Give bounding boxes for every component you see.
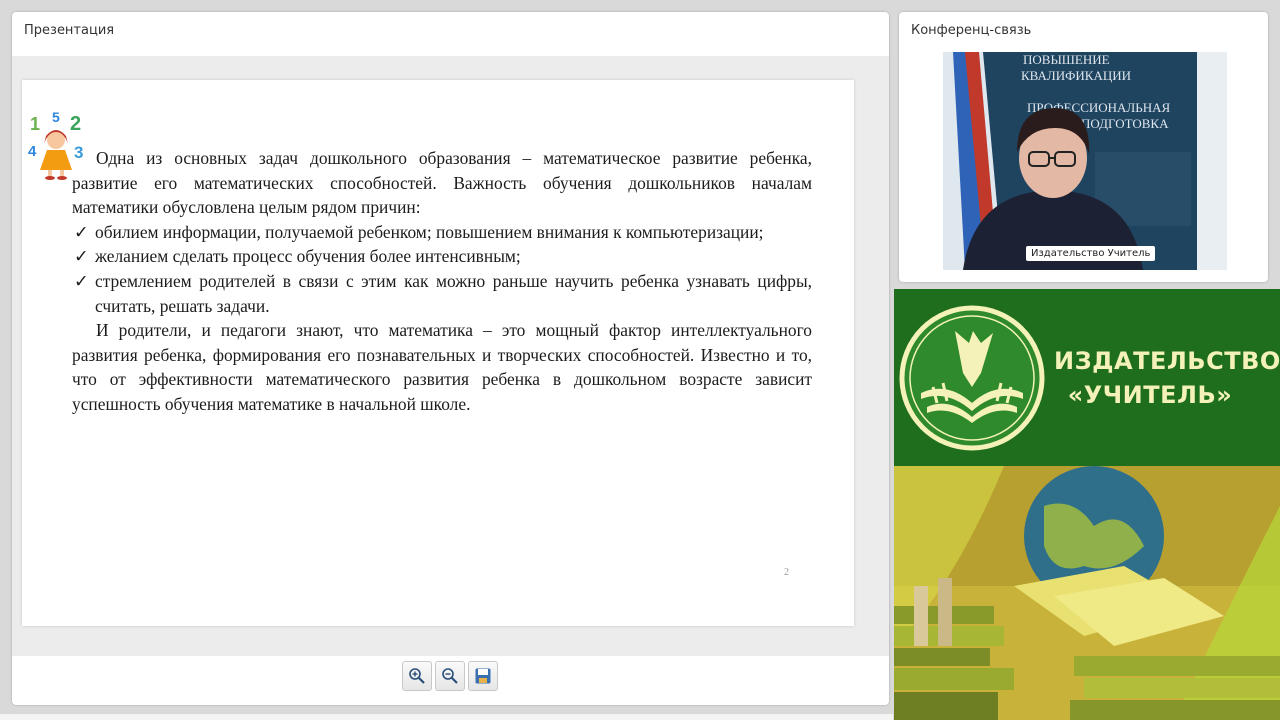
list-item: ✓ обилием информации, получаемой ребенком… — [72, 220, 812, 245]
participant-name-badge: Издательство Учитель — [1026, 246, 1156, 261]
digit-2: 2 — [70, 113, 81, 135]
list-item: ✓ стремлением родителей в связи с этим ка… — [72, 269, 812, 318]
poster-line-1: ПОВЫШЕНИЕ — [1023, 52, 1110, 67]
publisher-name-line-2: «УЧИТЕЛЬ» — [1067, 381, 1233, 409]
floppy-disk-icon — [475, 668, 491, 684]
publisher-banner: ИЗДАТЕЛЬСТВО «УЧИТЕЛЬ» — [894, 289, 1280, 720]
checkmark-icon: ✓ — [74, 246, 89, 267]
list-item-text: стремлением родителей в связи с этим как… — [95, 270, 812, 316]
bottom-strip — [0, 714, 893, 720]
slide-page-number: 2 — [784, 567, 789, 578]
video-frame-image: ПОВЫШЕНИЕ КВАЛИФИКАЦИИ ПРОФЕССИОНАЛЬНАЯ … — [943, 52, 1227, 270]
poster-line-4: ПОДГОТОВКА — [1081, 116, 1169, 131]
presentation-panel: Презентация 1 5 2 4 3 Одна из основных з… — [12, 12, 889, 705]
conference-panel: Конференц-связь ПОВЫШЕНИЕ КВАЛИФИКАЦИИ П… — [899, 12, 1268, 282]
digit-1: 1 — [30, 114, 40, 134]
save-button[interactable] — [468, 661, 498, 691]
reasons-list: ✓ обилием информации, получаемой ребенком… — [72, 220, 812, 318]
digit-4: 4 — [28, 143, 37, 160]
books-and-globe-image — [894, 466, 1280, 720]
list-item-text: обилием информации, получаемой ребенком;… — [95, 221, 764, 242]
zoom-in-button[interactable] — [402, 661, 432, 691]
digit-5: 5 — [52, 109, 60, 125]
slide-paragraph-1: Одна из основных задач дошкольного образ… — [72, 148, 812, 218]
slide-paragraph-2: И родители, и педагоги знают, что матема… — [72, 320, 812, 414]
checkmark-icon: ✓ — [74, 270, 89, 291]
zoom-out-button[interactable] — [435, 661, 465, 691]
slide-viewport[interactable]: 1 5 2 4 3 Одна из основных задач дошколь… — [12, 56, 889, 656]
slide-text: Одна из основных задач дошкольного образ… — [72, 146, 812, 417]
publisher-name-line-1: ИЗДАТЕЛЬСТВО — [1054, 347, 1280, 375]
list-item: ✓ желанием сделать процесс обучения более… — [72, 244, 812, 269]
slide: 1 5 2 4 3 Одна из основных задач дошколь… — [22, 80, 854, 626]
publisher-logo-icon — [899, 305, 1045, 451]
video-feed[interactable]: ПОВЫШЕНИЕ КВАЛИФИКАЦИИ ПРОФЕССИОНАЛЬНАЯ … — [943, 52, 1227, 270]
zoom-out-icon — [442, 668, 458, 684]
list-item-text: желанием сделать процесс обучения более … — [95, 246, 521, 267]
presentation-title: Презентация — [24, 23, 115, 38]
zoom-in-icon — [409, 668, 425, 684]
checkmark-icon: ✓ — [74, 221, 89, 242]
conference-title: Конференц-связь — [911, 23, 1032, 38]
poster-line-2: КВАЛИФИКАЦИИ — [1021, 68, 1131, 83]
publisher-logo-band: ИЗДАТЕЛЬСТВО «УЧИТЕЛЬ» — [894, 289, 1280, 466]
